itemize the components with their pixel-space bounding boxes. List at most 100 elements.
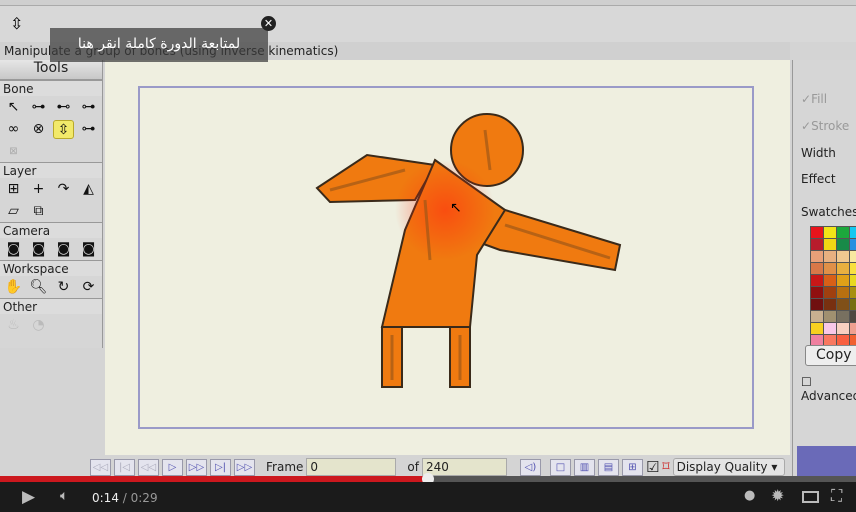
watch-later-icon[interactable]: ● <box>744 488 755 503</box>
volume-icon[interactable]: 🔈︎ <box>60 488 68 504</box>
color-swatch[interactable] <box>824 239 836 250</box>
canvas-area[interactable]: ↖ <box>105 60 790 455</box>
set-origin-icon[interactable]: + <box>28 180 49 199</box>
color-swatch[interactable] <box>837 227 849 238</box>
color-swatch[interactable] <box>850 299 856 310</box>
color-swatch[interactable] <box>824 263 836 274</box>
display-quality-dropdown[interactable]: Display Quality ▾ <box>672 458 785 476</box>
color-swatch[interactable] <box>837 287 849 298</box>
color-swatch[interactable] <box>824 275 836 286</box>
swatch-grid[interactable] <box>810 226 856 347</box>
first-frame-button[interactable]: ◁◁ <box>90 458 111 476</box>
color-swatch[interactable] <box>837 251 849 262</box>
hsplit-view-icon[interactable]: ▤ <box>597 458 619 476</box>
step-back-button[interactable]: ◁◁ <box>138 458 159 476</box>
play-button[interactable]: ▷ <box>162 458 183 476</box>
color-swatch[interactable] <box>811 323 823 334</box>
select-bone-icon[interactable]: ↖ <box>3 98 24 117</box>
scale-layer-icon[interactable]: ◭ <box>78 180 99 199</box>
reparent-bone-icon[interactable]: ⊷ <box>53 98 74 117</box>
add-bone-icon[interactable]: ⊶ <box>28 98 49 117</box>
next-key-button[interactable]: ▷| <box>210 458 231 476</box>
rotate-layer-icon[interactable]: ↷ <box>53 180 74 199</box>
character-figure[interactable]: ↖ <box>105 60 790 455</box>
color-swatch[interactable] <box>850 275 856 286</box>
eyedropper-icon[interactable]: ◔ <box>28 316 49 335</box>
frame-bounds-icon[interactable]: ⌑ <box>662 459 669 475</box>
color-swatch[interactable] <box>837 299 849 310</box>
manipulate-bones-icon[interactable]: ⇳ <box>53 120 74 139</box>
color-swatch[interactable] <box>811 299 823 310</box>
total-frames-input[interactable]: 240 <box>421 458 507 476</box>
shear-layer-icon[interactable]: ▱ <box>3 202 24 221</box>
settings-gear-icon[interactable]: ✹ <box>771 486 784 505</box>
color-swatch[interactable] <box>837 323 849 334</box>
color-swatch[interactable] <box>811 239 823 250</box>
of-label: of <box>407 460 419 474</box>
close-icon[interactable]: ✕ <box>261 16 276 31</box>
color-swatch[interactable] <box>824 287 836 298</box>
color-swatch[interactable] <box>811 287 823 298</box>
color-swatch[interactable] <box>850 251 856 262</box>
player-controls: ▶ 🔈︎ 0:14 / 0:29 ● ✹ ⛶ <box>0 482 856 512</box>
audio-icon[interactable]: ◁) <box>519 458 541 476</box>
theater-mode-icon[interactable] <box>802 491 819 503</box>
bone-strength-icon[interactable]: ⊶ <box>78 98 99 117</box>
section-bone: Bone <box>0 80 102 96</box>
color-swatch[interactable] <box>837 239 849 250</box>
color-swatch[interactable] <box>811 263 823 274</box>
tools-panel: Tools Bone ↖ ⊶ ⊷ ⊶ ∞ ⊗ ⇳ ⊶ ⊠ Layer ⊞ + ↷ ◭ ▱ ⧉ Cam… <box>0 60 103 348</box>
annotation-overlay[interactable]: لمتابعة الدورة كاملة انقر هنا <box>50 28 268 62</box>
last-frame-button[interactable]: ▷▷ <box>234 458 255 476</box>
rotate-workspace-icon[interactable]: ↻ <box>53 278 74 297</box>
hand-icon[interactable]: ✋ <box>3 278 24 297</box>
color-swatch[interactable] <box>811 275 823 286</box>
checkmark-icon[interactable]: ☑ <box>646 458 659 476</box>
color-swatch[interactable] <box>824 227 836 238</box>
color-swatch[interactable] <box>850 311 856 322</box>
section-workspace: Workspace <box>0 260 102 276</box>
track-camera-icon[interactable]: ◙ <box>3 240 24 259</box>
color-swatch[interactable] <box>850 323 856 334</box>
step-forward-button[interactable]: ▷▷ <box>186 458 207 476</box>
color-swatch[interactable] <box>837 311 849 322</box>
switch-layer-icon[interactable]: ⧉ <box>28 202 49 221</box>
bind-points-icon[interactable]: ⊗ <box>28 120 49 139</box>
advanced-checkbox[interactable]: ☐ Advanced <box>801 375 856 403</box>
color-swatch[interactable] <box>850 263 856 274</box>
bone-physics-icon[interactable]: ⊠ <box>3 142 24 161</box>
prev-key-button[interactable]: |◁ <box>114 458 135 476</box>
translate-layer-icon[interactable]: ⊞ <box>3 180 24 199</box>
color-swatch[interactable] <box>811 251 823 262</box>
color-swatch[interactable] <box>850 287 856 298</box>
section-camera: Camera <box>0 222 102 238</box>
color-swatch[interactable] <box>850 227 856 238</box>
stroke-checkbox[interactable]: ✓Stroke <box>801 119 849 133</box>
split-view-icon[interactable]: ▥ <box>573 458 595 476</box>
pan-tilt-camera-icon[interactable]: ◙ <box>78 240 99 259</box>
color-swatch[interactable] <box>824 323 836 334</box>
orbit-workspace-icon[interactable]: ⟳ <box>78 278 99 297</box>
single-view-icon[interactable]: □ <box>549 458 571 476</box>
zoom-camera-icon[interactable]: ◙ <box>28 240 49 259</box>
play-icon[interactable]: ▶ <box>22 487 35 507</box>
color-swatch[interactable] <box>824 251 836 262</box>
fill-checkbox[interactable]: ✓Fill <box>801 92 827 106</box>
color-swatch[interactable] <box>850 239 856 250</box>
color-swatch[interactable] <box>837 263 849 274</box>
color-swatch[interactable] <box>811 311 823 322</box>
roll-camera-icon[interactable]: ◙ <box>53 240 74 259</box>
color-swatch[interactable] <box>837 275 849 286</box>
offset-bone-icon[interactable]: ⊶ <box>78 120 99 139</box>
fullscreen-icon[interactable]: ⛶ <box>831 486 842 506</box>
frame-input[interactable]: 0 <box>306 458 397 476</box>
copy-button[interactable]: Copy <box>805 345 856 366</box>
layer-row[interactable] <box>797 446 856 476</box>
insert-text-icon[interactable]: ♨ <box>3 316 24 335</box>
color-swatch[interactable] <box>811 227 823 238</box>
color-swatch[interactable] <box>824 299 836 310</box>
zoom-icon[interactable]: 🔍︎ <box>28 278 49 297</box>
quad-view-icon[interactable]: ⊞ <box>621 458 643 476</box>
bind-layer-icon[interactable]: ∞ <box>3 120 24 139</box>
color-swatch[interactable] <box>824 311 836 322</box>
